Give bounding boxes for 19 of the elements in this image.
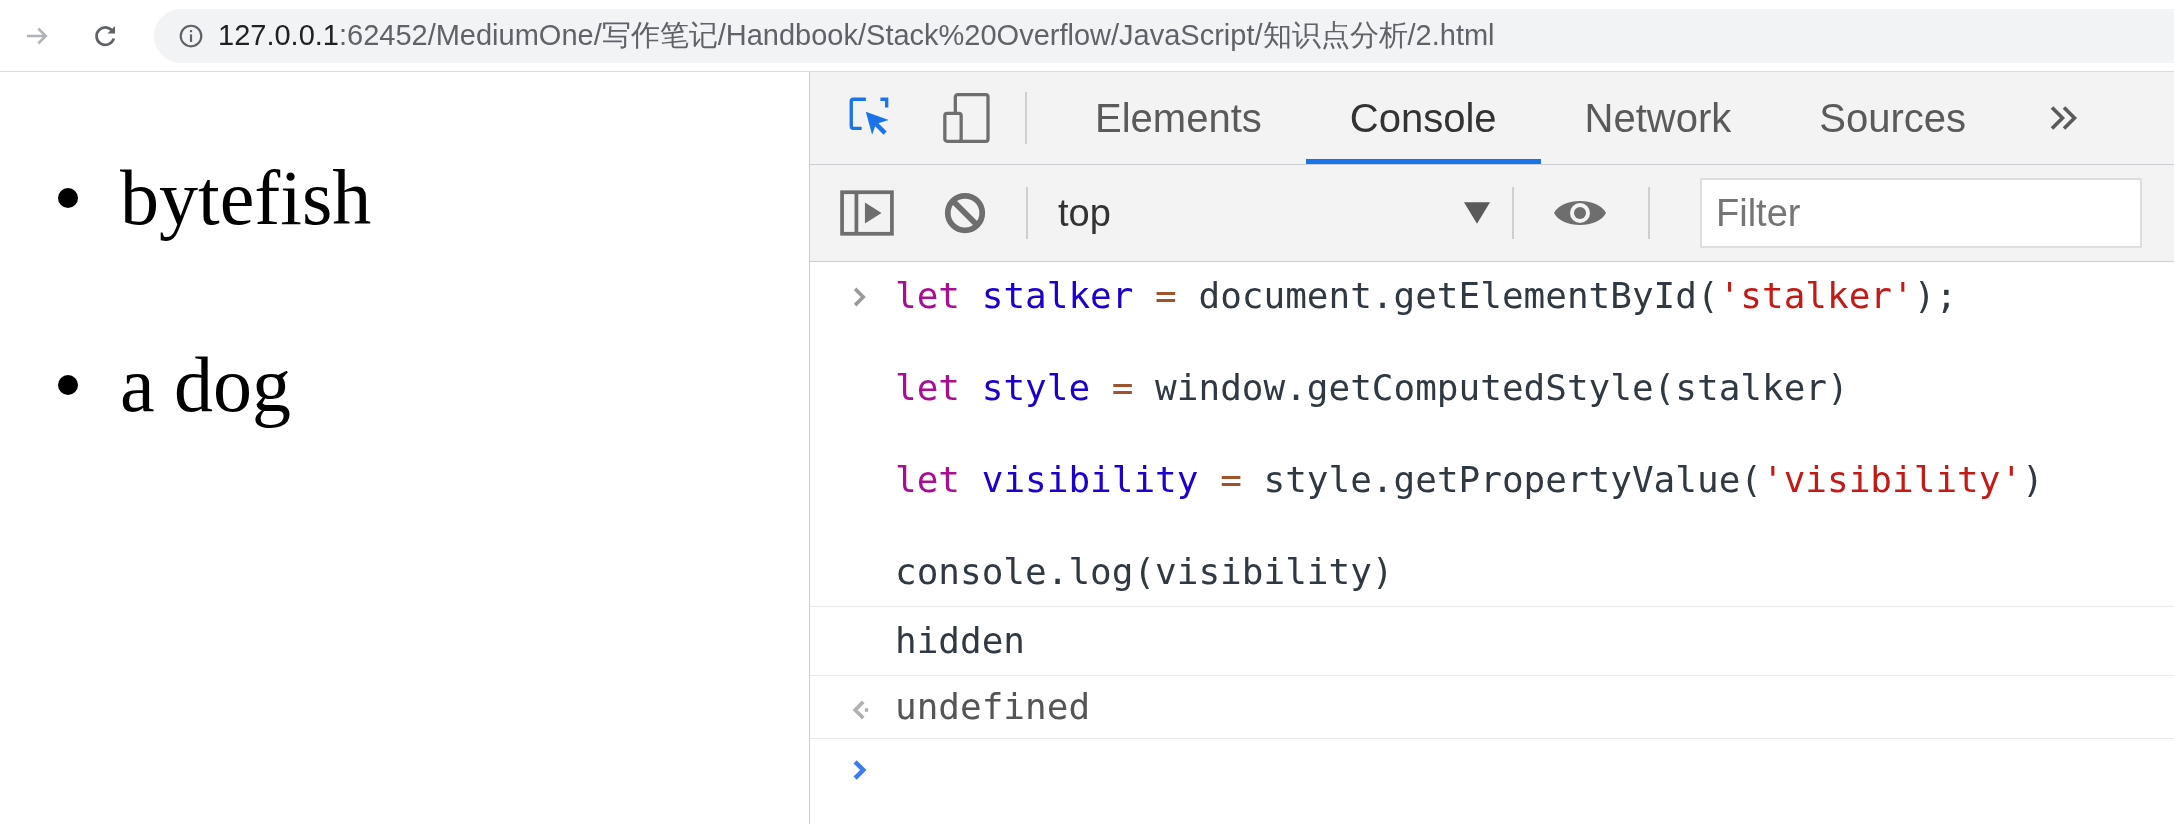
devtools-tab[interactable]: Network bbox=[1540, 72, 1776, 164]
context-dropdown[interactable]: top bbox=[1058, 184, 1490, 242]
dropdown-caret-icon bbox=[1464, 202, 1490, 224]
bullet-icon bbox=[58, 187, 78, 208]
code-line: console.log(visibility) bbox=[895, 550, 1395, 594]
devtools-tab[interactable]: Sources bbox=[1775, 72, 2010, 164]
info-icon[interactable] bbox=[178, 22, 204, 49]
clear-console-icon[interactable] bbox=[942, 190, 988, 236]
code-line: let stalker = document.getElementById('stalker'); bbox=[895, 274, 1959, 318]
address-bar[interactable]: 127.0.0.1:62452/MediumOne/写作笔记/Handbook/Stack%20Overflow/JavaScript/知识点分析/2.html bbox=[154, 8, 2174, 63]
devtools-tab[interactable]: Elements bbox=[1051, 72, 1306, 164]
bullet-icon bbox=[58, 374, 78, 395]
sidebar-toggle-icon[interactable] bbox=[840, 190, 894, 236]
code-line: let visibility = style.getPropertyValue('visibility') bbox=[895, 458, 2044, 502]
log-output: hidden bbox=[895, 619, 1026, 663]
url-text: 127.0.0.1:62452/MediumOne/写作笔记/Handbook/Stack%20Overflow/JavaScript/知识点分析/2.html bbox=[218, 17, 1495, 53]
filter-field[interactable]: Filter bbox=[1700, 178, 2142, 248]
code-line: let style = window.getComputedStyle(stalker) bbox=[895, 366, 1850, 410]
result-output: undefined bbox=[895, 685, 1091, 729]
